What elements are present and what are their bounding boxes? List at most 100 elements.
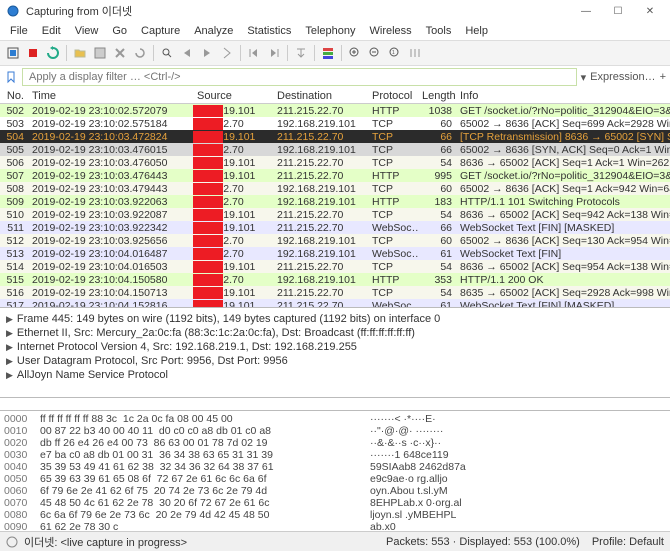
zoom-out-icon[interactable] — [366, 44, 384, 62]
redaction-overlay — [193, 105, 223, 117]
close-button[interactable]: ✕ — [636, 2, 664, 20]
menu-telephony[interactable]: Telephony — [299, 24, 361, 38]
tree-expand-icon[interactable]: ▶ — [6, 370, 13, 381]
packet-row[interactable]: 5062019-02-19 23:10:03.476050168.219.101… — [0, 156, 670, 169]
col-header-length[interactable]: Length — [418, 90, 456, 102]
menu-edit[interactable]: Edit — [36, 24, 67, 38]
open-icon[interactable] — [71, 44, 89, 62]
packet-row[interactable]: 5082019-02-19 23:10:03.479443215.22.7019… — [0, 182, 670, 195]
hex-row[interactable]: 005065 39 63 39 61 65 08 6f 72 67 2e 61 … — [4, 473, 666, 485]
auto-scroll-icon[interactable] — [292, 44, 310, 62]
window-title: Capturing from 이더넷 — [26, 3, 132, 19]
packet-row[interactable]: 5052019-02-19 23:10:03.476015215.22.7019… — [0, 143, 670, 156]
hex-row[interactable]: 001000 87 22 b3 40 00 40 11 d0 c0 c0 a8 … — [4, 425, 666, 437]
zoom-reset-icon[interactable]: 1 — [386, 44, 404, 62]
hex-row[interactable]: 00806c 6a 6f 79 6e 2e 73 6c 20 2e 79 4d … — [4, 509, 666, 521]
redaction-overlay — [193, 170, 223, 182]
menu-statistics[interactable]: Statistics — [241, 24, 297, 38]
redaction-overlay — [193, 118, 223, 130]
col-header-source[interactable]: Source — [193, 90, 273, 102]
packet-row[interactable]: 5122019-02-19 23:10:03.925656215.22.7019… — [0, 234, 670, 247]
packet-row[interactable]: 5092019-02-19 23:10:03.922063215.22.7019… — [0, 195, 670, 208]
tree-expand-icon[interactable]: ▶ — [6, 342, 13, 353]
tree-expand-icon[interactable]: ▶ — [6, 314, 13, 325]
first-icon[interactable] — [245, 44, 263, 62]
last-icon[interactable] — [265, 44, 283, 62]
col-header-info[interactable]: Info — [456, 90, 670, 102]
packet-row[interactable]: 5042019-02-19 23:10:03.472824168.219.101… — [0, 130, 670, 143]
hex-row[interactable]: 0020db ff 26 e4 26 e4 00 73 86 63 00 01 … — [4, 437, 666, 449]
expression-button[interactable]: Expression… — [590, 71, 655, 83]
packet-details-pane[interactable]: ▶Frame 445: 149 bytes on wire (1192 bits… — [0, 308, 670, 398]
display-filter-input[interactable] — [22, 68, 577, 86]
find-icon[interactable] — [158, 44, 176, 62]
menu-file[interactable]: File — [4, 24, 34, 38]
menu-help[interactable]: Help — [459, 24, 494, 38]
prev-icon[interactable] — [178, 44, 196, 62]
status-profile[interactable]: Profile: Default — [592, 536, 664, 548]
tree-node[interactable]: ▶Ethernet II, Src: Mercury_2a:0c:fa (88:… — [6, 326, 664, 340]
resize-columns-icon[interactable] — [406, 44, 424, 62]
menu-wireless[interactable]: Wireless — [364, 24, 418, 38]
reload-icon[interactable] — [131, 44, 149, 62]
tree-node[interactable]: ▶AllJoyn Name Service Protocol — [6, 368, 664, 382]
packet-row[interactable]: 5172019-02-19 23:10:04.152816168.219.101… — [0, 299, 670, 308]
interfaces-icon[interactable] — [4, 44, 22, 62]
restart-icon[interactable] — [44, 44, 62, 62]
hex-row[interactable]: 004035 39 53 49 41 61 62 38 32 34 36 32 … — [4, 461, 666, 473]
packet-row[interactable]: 5162019-02-19 23:10:04.150713168.219.101… — [0, 286, 670, 299]
packet-row[interactable]: 5022019-02-19 23:10:02.572079168.219.101… — [0, 104, 670, 117]
toolbar: 1 — [0, 40, 670, 66]
menu-capture[interactable]: Capture — [135, 24, 186, 38]
menu-view[interactable]: View — [69, 24, 105, 38]
redaction-overlay — [193, 274, 223, 286]
tree-node[interactable]: ▶Frame 445: 149 bytes on wire (1192 bits… — [6, 312, 664, 326]
hex-row[interactable]: 0000ff ff ff ff ff ff 88 3c 1c 2a 0c fa … — [4, 413, 666, 425]
packet-row[interactable]: 5132019-02-19 23:10:04.016487215.22.7019… — [0, 247, 670, 260]
hex-row[interactable]: 007045 48 50 4c 61 62 2e 78 30 20 6f 72 … — [4, 497, 666, 509]
packet-row[interactable]: 5032019-02-19 23:10:02.575184215.22.7019… — [0, 117, 670, 130]
redaction-overlay — [193, 157, 223, 169]
expression-dropdown-icon[interactable]: ▾ — [581, 71, 587, 84]
packet-row[interactable]: 5112019-02-19 23:10:03.922342168.219.101… — [0, 221, 670, 234]
packet-row[interactable]: 5102019-02-19 23:10:03.922087168.219.101… — [0, 208, 670, 221]
tree-node[interactable]: ▶Internet Protocol Version 4, Src: 192.1… — [6, 340, 664, 354]
packet-row[interactable]: 5152019-02-19 23:10:04.150580215.22.7019… — [0, 273, 670, 286]
packet-list-header[interactable]: No. Time Source Destination Protocol Len… — [0, 88, 670, 104]
col-header-protocol[interactable]: Protocol — [368, 90, 418, 102]
tree-expand-icon[interactable]: ▶ — [6, 356, 13, 367]
zoom-in-icon[interactable] — [346, 44, 364, 62]
col-header-destination[interactable]: Destination — [273, 90, 368, 102]
maximize-button[interactable]: ☐ — [604, 2, 632, 20]
bookmark-icon[interactable] — [4, 70, 18, 84]
hex-row[interactable]: 00606f 79 6e 2e 41 62 6f 75 20 74 2e 73 … — [4, 485, 666, 497]
title-bar: Capturing from 이더넷 — ☐ ✕ — [0, 0, 670, 22]
packet-row[interactable]: 5142019-02-19 23:10:04.016503168.219.101… — [0, 260, 670, 273]
tree-node[interactable]: ▶User Datagram Protocol, Src Port: 9956,… — [6, 354, 664, 368]
packet-row[interactable]: 5072019-02-19 23:10:03.476443168.219.101… — [0, 169, 670, 182]
next-icon[interactable] — [198, 44, 216, 62]
close-file-icon[interactable] — [111, 44, 129, 62]
menu-analyze[interactable]: Analyze — [188, 24, 239, 38]
detail-blank-area — [0, 398, 670, 411]
menu-tools[interactable]: Tools — [420, 24, 458, 38]
goto-icon[interactable] — [218, 44, 236, 62]
redaction-overlay — [193, 183, 223, 195]
packet-bytes-pane[interactable]: 0000ff ff ff ff ff ff 88 3c 1c 2a 0c fa … — [0, 411, 670, 531]
col-header-no[interactable]: No. — [0, 90, 28, 102]
colorize-icon[interactable] — [319, 44, 337, 62]
menu-go[interactable]: Go — [106, 24, 133, 38]
app-icon — [6, 4, 20, 18]
stop-icon[interactable] — [24, 44, 42, 62]
hex-row[interactable]: 009061 62 2e 78 30 c ab.x0 — [4, 521, 666, 531]
filter-add-icon[interactable]: + — [660, 71, 666, 83]
minimize-button[interactable]: — — [572, 2, 600, 20]
packet-list-pane[interactable]: No. Time Source Destination Protocol Len… — [0, 88, 670, 308]
status-expert-icon[interactable] — [6, 536, 18, 548]
col-header-time[interactable]: Time — [28, 90, 193, 102]
hex-row[interactable]: 0030e7 ba c0 a8 db 01 00 31 36 34 38 63 … — [4, 449, 666, 461]
redaction-overlay — [193, 248, 223, 260]
redaction-overlay — [193, 261, 223, 273]
tree-expand-icon[interactable]: ▶ — [6, 328, 13, 339]
save-icon[interactable] — [91, 44, 109, 62]
